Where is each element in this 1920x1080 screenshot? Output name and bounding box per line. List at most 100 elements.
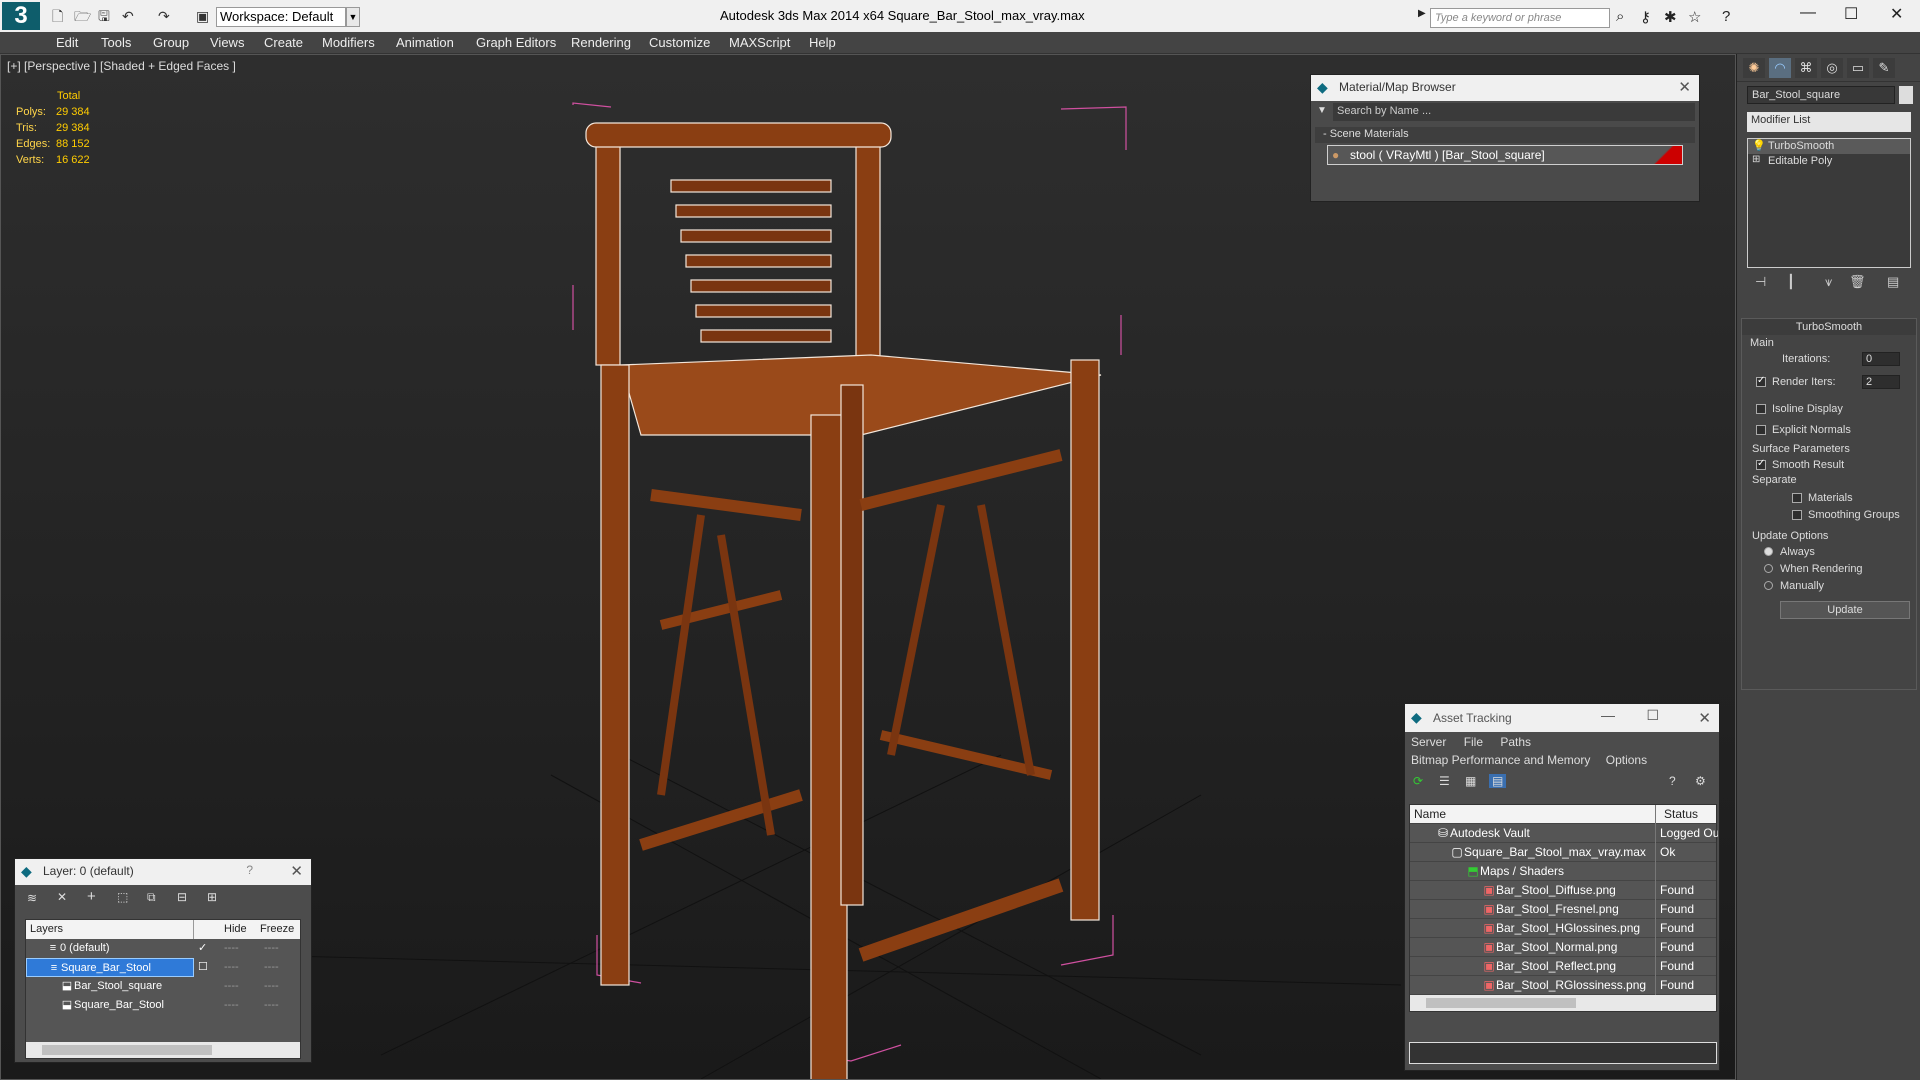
asset-path-field[interactable] <box>1409 1042 1717 1064</box>
material-item-stool[interactable]: ● stool ( VRayMtl ) [Bar_Stool_square] <box>1327 145 1683 165</box>
close-icon[interactable]: ✕ <box>1678 78 1691 96</box>
menu-modifiers[interactable]: Modifiers <box>322 35 375 50</box>
help-icon[interactable]: ? <box>1722 8 1730 25</box>
list-item[interactable]: ⬓ Bar_Stool_square ---- ---- <box>26 977 300 996</box>
table-row[interactable]: ▣Bar_Stool_RGlossiness.png Found <box>1410 976 1716 995</box>
iterations-spinner[interactable]: 0 <box>1862 352 1900 366</box>
close-icon[interactable]: ✕ <box>290 862 303 880</box>
object-color-swatch[interactable] <box>1899 86 1913 104</box>
filter-arrow-icon[interactable]: ▼ <box>1317 105 1327 116</box>
table-row[interactable]: ▢Square_Bar_Stool_max_vray.max Ok <box>1410 843 1716 862</box>
undo-icon[interactable]: ↶ <box>122 7 134 25</box>
maximize-icon[interactable]: ☐ <box>1844 4 1858 24</box>
make-unique-icon[interactable]: ⩛ <box>1825 274 1832 290</box>
table-row[interactable]: ▣Bar_Stool_Fresnel.png Found <box>1410 900 1716 919</box>
menu-create[interactable]: Create <box>264 35 303 50</box>
display-tab-icon[interactable]: ▭ <box>1847 58 1869 78</box>
help-settings-icon[interactable]: ⚙ <box>1695 774 1706 788</box>
open-file-icon[interactable]: 🗁 <box>74 7 91 25</box>
freeze-toggle[interactable]: ---- <box>264 958 279 976</box>
freeze-toggle[interactable]: ---- <box>264 939 279 957</box>
menu-animation[interactable]: Animation <box>396 35 454 50</box>
motion-tab-icon[interactable]: ◎ <box>1821 58 1843 78</box>
close-icon[interactable]: ✕ <box>1698 709 1711 727</box>
menu-views[interactable]: Views <box>210 35 244 50</box>
materials-checkbox[interactable] <box>1792 493 1802 503</box>
always-radio[interactable] <box>1764 547 1773 556</box>
help-button[interactable]: ? <box>246 863 253 877</box>
horizontal-scrollbar[interactable] <box>1410 995 1716 1011</box>
menu-maxscript[interactable]: MAXScript <box>729 35 790 50</box>
explicit-normals-checkbox[interactable] <box>1756 425 1766 435</box>
turbosmooth-rollout-header[interactable]: TurboSmooth <box>1742 319 1916 335</box>
menu-rendering[interactable]: Rendering <box>571 35 631 50</box>
layers-icon[interactable]: ≋ <box>27 891 37 905</box>
menu-paths[interactable]: Paths <box>1500 735 1531 749</box>
menu-tools[interactable]: Tools <box>101 35 131 50</box>
horizontal-scrollbar[interactable] <box>26 1042 300 1058</box>
menu-edit[interactable]: Edit <box>56 35 78 50</box>
add-layer-icon[interactable]: + <box>87 888 96 905</box>
hide-toggle[interactable]: ---- <box>224 958 239 976</box>
highlight-layer-icon[interactable]: ⧉ <box>147 890 156 905</box>
delete-layer-icon[interactable]: ✕ <box>57 890 67 904</box>
scroll-thumb[interactable] <box>1426 998 1576 1008</box>
scroll-thumb[interactable] <box>42 1045 212 1055</box>
redo-icon[interactable]: ↷ <box>158 7 170 25</box>
freeze-toggle[interactable]: ---- <box>264 977 279 995</box>
create-tab-icon[interactable]: ✺ <box>1743 58 1765 78</box>
isoline-checkbox[interactable] <box>1756 404 1766 414</box>
table-row[interactable]: ⛁ Autodesk Vault Logged Ou <box>1410 824 1718 843</box>
close-icon[interactable]: ✕ <box>1890 4 1903 24</box>
update-button[interactable]: Update <box>1780 601 1910 619</box>
save-icon[interactable]: 🖫 <box>98 7 110 25</box>
list-item[interactable]: ≡ Square_Bar_Stool ☐ ---- ---- <box>26 958 300 977</box>
render-iters-spinner[interactable]: 2 <box>1862 375 1900 389</box>
hierarchy-tab-icon[interactable]: ⌘ <box>1795 58 1817 78</box>
menu-help[interactable]: Help <box>809 35 836 50</box>
hide-toggle[interactable]: ---- <box>224 996 239 1014</box>
smooth-result-checkbox[interactable] <box>1756 458 1766 470</box>
list-item[interactable]: ⬓ Square_Bar_Stool ---- ---- <box>26 996 300 1015</box>
new-file-icon[interactable]: 🗋 <box>52 7 63 25</box>
help-icon[interactable]: ? <box>1669 774 1676 788</box>
minimize-icon[interactable]: — <box>1601 707 1615 723</box>
list-item[interactable]: ≡ 0 (default) ✓ ---- ---- <box>26 939 300 958</box>
chevron-down-icon[interactable]: ▼ <box>346 7 360 27</box>
table-row[interactable]: ⬒Maps / Shaders <box>1410 862 1716 881</box>
col-hide[interactable]: Hide <box>224 920 247 938</box>
project-folder-icon[interactable]: ▣ <box>196 7 209 25</box>
menu-graph-editors[interactable]: Graph Editors <box>476 35 556 50</box>
utilities-tab-icon[interactable]: ✎ <box>1873 58 1895 78</box>
hide-all-icon[interactable]: ⊟ <box>177 890 187 904</box>
search-arrow-icon[interactable]: ▶ <box>1418 8 1426 19</box>
hide-toggle[interactable]: ---- <box>224 977 239 995</box>
table-view-icon[interactable]: ▤ <box>1489 774 1507 788</box>
menu-server[interactable]: Server <box>1411 735 1446 749</box>
workspace-dropdown[interactable]: Workspace: Default <box>216 7 346 27</box>
col-freeze[interactable]: Freeze <box>260 920 294 938</box>
material-search-input[interactable]: Search by Name ... <box>1333 103 1695 121</box>
smoothing-groups-checkbox[interactable] <box>1792 510 1802 520</box>
scene-materials-section[interactable]: - Scene Materials <box>1315 127 1695 143</box>
stack-item-turbosmooth[interactable]: 💡 TurboSmooth <box>1748 139 1910 154</box>
manually-radio[interactable] <box>1764 581 1773 590</box>
app-logo[interactable]: 3 <box>2 2 40 30</box>
hide-toggle[interactable]: ---- <box>224 939 239 957</box>
remove-modifier-icon[interactable]: 🗑 <box>1849 274 1866 290</box>
search-input[interactable]: Type a keyword or phrase <box>1430 8 1610 28</box>
table-row[interactable]: ▣Bar_Stool_HGlossines.png Found <box>1410 919 1716 938</box>
minimize-icon[interactable]: — <box>1800 4 1816 22</box>
col-name[interactable]: Name <box>1410 805 1656 824</box>
star-icon[interactable]: ☆ <box>1688 8 1701 26</box>
select-in-layer-icon[interactable]: ⬚ <box>117 890 128 904</box>
show-end-result-icon[interactable]: ┃ <box>1787 274 1795 290</box>
table-row[interactable]: ▣Bar_Stool_Diffuse.png Found <box>1410 881 1716 900</box>
freeze-all-icon[interactable]: ⊞ <box>207 890 217 904</box>
tools-icon[interactable]: ✱ <box>1664 8 1677 26</box>
menu-bitmap-performance[interactable]: Bitmap Performance and Memory <box>1411 753 1590 767</box>
stack-item-editable-poly[interactable]: ⊞ Editable Poly <box>1748 154 1910 169</box>
list-view-icon[interactable]: ☰ <box>1439 774 1450 788</box>
modify-tab-icon[interactable]: ◠ <box>1769 58 1791 78</box>
menu-group[interactable]: Group <box>153 35 189 50</box>
